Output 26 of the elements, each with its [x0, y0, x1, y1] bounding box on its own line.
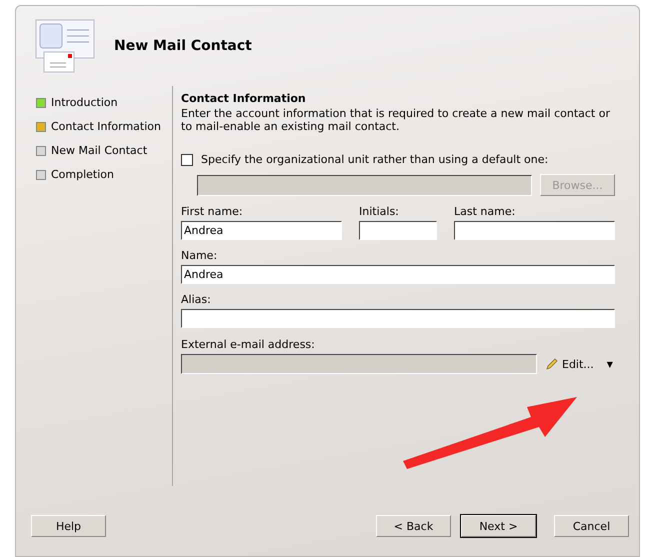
field-label: Last name:: [454, 205, 516, 218]
pencil-icon: [545, 357, 559, 371]
field-label: Alias:: [181, 293, 212, 306]
field-label: External e-mail address:: [181, 338, 316, 351]
wizard-step[interactable]: Introduction: [51, 96, 118, 109]
field-label: Initials:: [359, 205, 400, 218]
wizard-step[interactable]: Contact Information: [51, 120, 161, 133]
field-label: Name:: [181, 249, 218, 262]
checkbox[interactable]: [181, 154, 193, 166]
input-field[interactable]: Andrea: [181, 221, 342, 240]
input-field[interactable]: [454, 221, 615, 240]
section-description: Enter the account information that is required to create a new mail contact or to mail-enable an existing mail contact.: [181, 107, 611, 133]
input-field[interactable]: [181, 309, 615, 328]
checkbox-label: Specify the organizational unit rather than using a default one:: [201, 153, 548, 166]
field-label: First name:: [181, 205, 244, 218]
window-title: New Mail Contact: [114, 38, 252, 54]
help-button[interactable]: Help: [31, 515, 106, 537]
wizard-step[interactable]: Completion: [51, 168, 114, 181]
input-field[interactable]: Andrea: [181, 265, 615, 284]
section-title: Contact Information: [181, 92, 307, 105]
cancel-button[interactable]: Cancel: [554, 515, 629, 537]
next-button[interactable]: Next >: [461, 515, 536, 537]
wizard-step[interactable]: New Mail Contact: [51, 144, 148, 157]
mail-contact-icon: [34, 18, 96, 74]
input-field[interactable]: [359, 221, 437, 240]
back-button[interactable]: < Back: [376, 515, 451, 537]
